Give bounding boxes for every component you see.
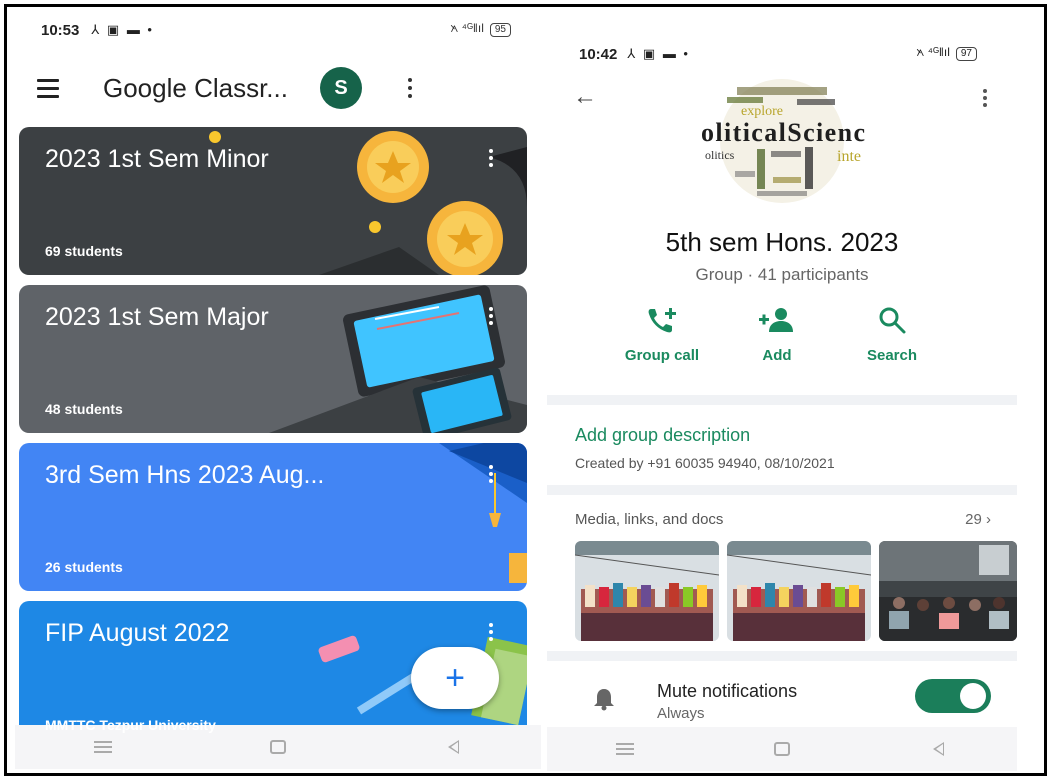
group-photo-thumbnail [575, 541, 719, 641]
class-options-icon[interactable] [489, 149, 493, 167]
logo-word-explore: explore [741, 104, 783, 119]
more-options-icon[interactable] [407, 78, 412, 98]
search-label: Search [866, 347, 918, 364]
logo-word-left: olitics [705, 148, 735, 162]
search-button[interactable]: Search [837, 303, 947, 364]
logo-word-right: inte [837, 148, 861, 165]
account-avatar[interactable]: S [319, 67, 362, 109]
menu-icon[interactable] [37, 78, 59, 98]
status-right: ᭶ ⁴ᴳǁıl 95 [451, 19, 511, 41]
group-participants: Group · 41 participants [695, 265, 869, 284]
class-title: 2023 1st Sem Major [45, 303, 269, 331]
status-time: 10:42 [579, 45, 618, 63]
mute-notifications-title: Mute notifications [657, 681, 798, 701]
signal-icon: ᭶ ⁴ᴳǁıl [916, 45, 950, 59]
media-thumbnail[interactable] [879, 541, 1017, 641]
status-notification-icons: ⅄ ▣ ▬ • [91, 22, 154, 37]
group-call-button[interactable]: Group call [607, 303, 717, 364]
add-group-description-link[interactable]: Add group description [575, 425, 750, 446]
status-right: ᭶ ⁴ᴳǁıl 97 [917, 43, 977, 65]
class-options-icon[interactable] [489, 465, 493, 483]
back-arrow-icon[interactable]: ← [573, 83, 597, 111]
bell-icon [594, 689, 614, 711]
back-icon[interactable] [933, 741, 945, 756]
screenshot-frame: 10:53 ⅄ ▣ ▬ • ᭶ ⁴ᴳǁıl 95 Google Classr..… [4, 4, 1047, 776]
create-class-button[interactable]: + [411, 647, 499, 709]
app-bar: Google Classr... S [15, 63, 541, 113]
created-by-text: Created by +91 60035 94940, 08/10/2021 [575, 455, 835, 471]
class-card[interactable]: 3rd Sem Hns 2023 Aug... 26 students [19, 443, 527, 591]
classroom-photo-thumbnail [879, 541, 1017, 641]
home-icon[interactable] [773, 741, 790, 756]
class-options-icon[interactable] [489, 623, 493, 641]
status-time: 10:53 [41, 21, 80, 39]
logo-word-main: oliticalScienc [701, 118, 865, 147]
group-photo-thumbnail [727, 541, 871, 641]
status-bar: 10:42 ⅄ ▣ ▬ • ᭶ ⁴ᴳǁıl 97 [547, 37, 1017, 71]
mute-notifications-row[interactable]: Mute notifications Always [547, 671, 1017, 727]
status-notification-icons: ⅄ ▣ ▬ • [627, 46, 690, 61]
section-divider [547, 651, 1017, 661]
mute-notifications-status: Always [657, 705, 705, 722]
group-name: 5th sem Hons. 2023 [665, 227, 899, 257]
class-title: FIP August 2022 [45, 619, 230, 647]
mute-toggle[interactable] [915, 679, 991, 713]
class-student-count: 69 students [45, 243, 123, 259]
app-title: Google Classr... [103, 72, 288, 103]
section-divider [547, 485, 1017, 495]
system-nav-bar [547, 727, 1017, 771]
whatsapp-group-info-screen: 10:42 ⅄ ▣ ▬ • ᭶ ⁴ᴳǁıl 97 ← explore oliti… [547, 37, 1017, 771]
section-divider [547, 395, 1017, 405]
battery-icon: 95 [489, 23, 511, 37]
class-student-count: 26 students [45, 559, 123, 575]
group-actions: Group call Add Search [607, 303, 947, 364]
more-options-icon[interactable] [983, 89, 987, 107]
group-logo: explore oliticalScienc olitics inte [701, 79, 865, 203]
group-call-label: Group call [624, 347, 700, 364]
class-student-count: 48 students [45, 401, 123, 417]
media-links-docs-label[interactable]: Media, links, and docs [575, 511, 723, 528]
media-count[interactable]: 29 › [965, 511, 991, 528]
add-participant-button[interactable]: Add [722, 303, 832, 364]
class-subtitle: MMTTC Tezpur University [45, 717, 216, 733]
toggle-knob [960, 683, 986, 709]
class-options-icon[interactable] [489, 307, 493, 325]
group-call-icon [648, 308, 676, 333]
add-label: Add [762, 347, 792, 364]
media-thumbnail[interactable] [575, 541, 719, 641]
search-icon [879, 307, 906, 334]
class-title: 2023 1st Sem Minor [45, 145, 269, 173]
class-card[interactable]: 2023 1st Sem Major 48 students [19, 285, 527, 433]
battery-icon: 97 [955, 47, 977, 61]
status-bar: 10:53 ⅄ ▣ ▬ • ᭶ ⁴ᴳǁıl 95 [15, 13, 541, 47]
class-title: 3rd Sem Hns 2023 Aug... [45, 461, 325, 489]
recent-apps-icon[interactable] [616, 742, 635, 755]
signal-icon: ᭶ ⁴ᴳǁıl [450, 21, 484, 35]
media-thumbnail[interactable] [727, 541, 871, 641]
add-person-icon [759, 308, 793, 332]
class-card[interactable]: 2023 1st Sem Minor 69 students [19, 127, 527, 275]
google-classroom-screen: 10:53 ⅄ ▣ ▬ • ᭶ ⁴ᴳǁıl 95 Google Classr..… [15, 13, 541, 769]
